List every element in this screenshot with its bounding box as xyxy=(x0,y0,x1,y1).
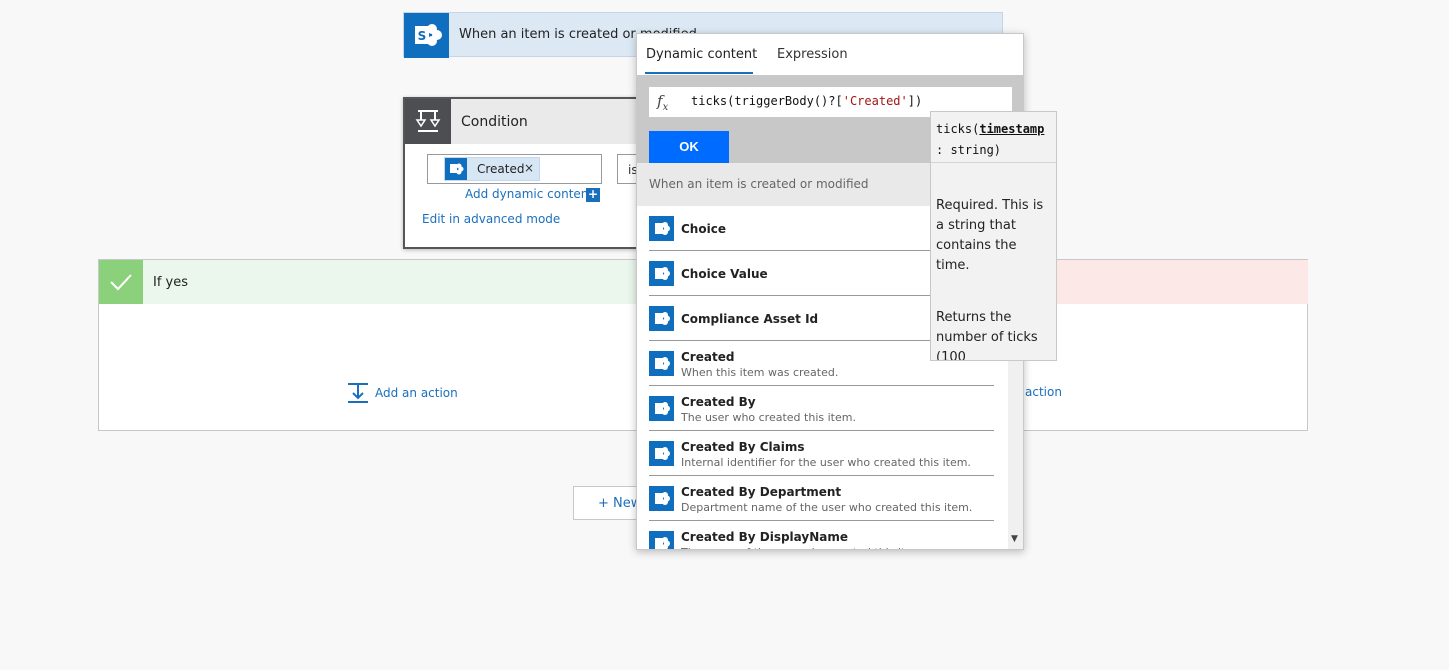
list-item-title: Created xyxy=(681,350,735,364)
list-item-description: The name of the user who created this it… xyxy=(681,546,926,549)
expression-text: ticks(triggerBody()?['Created']) xyxy=(691,94,923,108)
add-dynamic-content-plus-icon[interactable]: + xyxy=(586,188,600,202)
tab-expression[interactable]: Expression xyxy=(777,47,848,62)
function-tooltip: ticks(timestamp: string) Required. This … xyxy=(930,111,1057,361)
fx-icon: fx xyxy=(657,92,669,113)
condition-title: Condition xyxy=(461,114,528,130)
list-item-title: Choice Value xyxy=(681,267,768,281)
edit-advanced-mode-link[interactable]: Edit in advanced mode xyxy=(422,212,560,226)
popup-tabs: Dynamic content Expression xyxy=(637,34,1023,75)
sharepoint-icon xyxy=(649,261,674,286)
list-item-title: Created By Department xyxy=(681,485,842,499)
add-action-no-branch-link[interactable]: action xyxy=(1025,385,1062,399)
list-item[interactable]: Created By Department Department name of … xyxy=(649,476,994,521)
created-token[interactable]: Created × xyxy=(444,157,540,181)
svg-text:S: S xyxy=(418,29,427,43)
add-action-label: Add an action xyxy=(375,386,458,400)
condition-icon xyxy=(405,99,451,144)
list-item[interactable]: Created By The user who created this item… xyxy=(649,386,994,431)
tooltip-returns: Returns the number of ticks (100 xyxy=(936,310,1038,361)
condition-left-operand[interactable]: Created × xyxy=(427,154,602,184)
list-item-title: Created By Claims xyxy=(681,440,805,454)
sharepoint-icon xyxy=(649,396,674,421)
scroll-down-icon[interactable]: ▼ xyxy=(1011,534,1018,544)
list-item-description: The user who created this item. xyxy=(681,411,856,424)
ok-button[interactable]: OK xyxy=(649,131,729,163)
token-label: Created xyxy=(477,162,525,176)
active-tab-underline xyxy=(645,72,753,74)
sharepoint-icon xyxy=(649,531,674,549)
condition-card[interactable]: Condition Created × is Add dynamic conte… xyxy=(403,97,648,249)
token-remove-icon[interactable]: × xyxy=(524,161,534,175)
function-signature: ticks(timestamp: string) xyxy=(936,122,1045,157)
list-item[interactable]: Created By DisplayName The name of the us… xyxy=(649,521,994,549)
list-item[interactable]: Created By Claims Internal identifier for… xyxy=(649,431,994,476)
sharepoint-icon xyxy=(649,216,674,241)
list-item-title: Created By DisplayName xyxy=(681,530,849,544)
sharepoint-icon xyxy=(649,486,674,511)
sharepoint-icon: S xyxy=(404,13,449,58)
list-item-description: Internal identifier for the user who cre… xyxy=(681,456,971,469)
list-item-description: When this item was created. xyxy=(681,366,839,379)
tooltip-divider xyxy=(931,162,1056,163)
if-yes-header[interactable]: If yes xyxy=(99,260,639,304)
list-item-title: Created By xyxy=(681,395,756,409)
add-action-button[interactable]: Add an action xyxy=(347,382,458,404)
list-item-description: Department name of the user who created … xyxy=(681,501,973,514)
add-action-icon xyxy=(348,383,368,403)
list-item-title: Choice xyxy=(681,222,726,236)
sharepoint-icon xyxy=(649,306,674,331)
checkmark-icon xyxy=(99,260,143,304)
condition-header[interactable]: Condition xyxy=(405,99,646,144)
list-item-title: Compliance Asset Id xyxy=(681,312,819,326)
add-dynamic-content-link[interactable]: Add dynamic content xyxy=(465,187,593,201)
tab-dynamic-content[interactable]: Dynamic content xyxy=(646,47,757,62)
sharepoint-icon xyxy=(649,351,674,376)
sharepoint-icon xyxy=(445,158,467,180)
if-yes-label: If yes xyxy=(153,275,189,290)
section-label: When an item is created or modified xyxy=(649,177,869,191)
tooltip-description: Required. This is a string that contains… xyxy=(936,198,1044,273)
sharepoint-icon xyxy=(649,441,674,466)
